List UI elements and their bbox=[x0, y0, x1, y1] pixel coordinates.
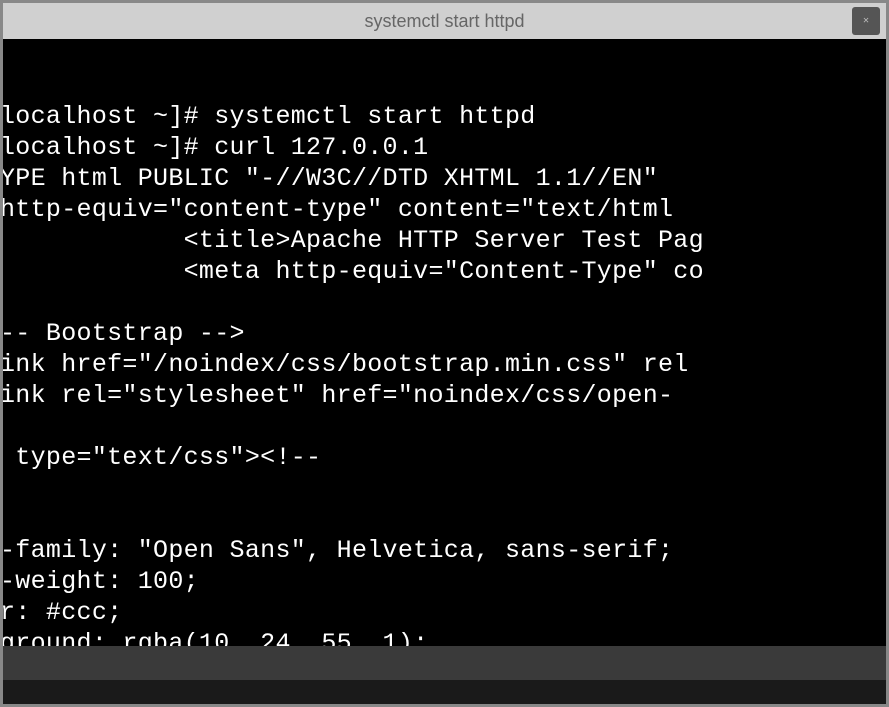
terminal-line: YPE html PUBLIC "-//W3C//DTD XHTML 1.1//… bbox=[3, 164, 658, 193]
bottom-bar bbox=[3, 646, 886, 704]
terminal-line: localhost ~]# systemctl start httpd bbox=[3, 102, 536, 131]
terminal-line: <title>Apache HTTP Server Test Pag bbox=[3, 226, 704, 255]
window-titlebar[interactable]: systemctl start httpd ✕ bbox=[3, 3, 886, 39]
terminal-line: ink href="/noindex/css/bootstrap.min.css… bbox=[3, 350, 689, 379]
terminal-window: systemctl start httpd ✕ localhost ~]# sy… bbox=[0, 0, 889, 707]
terminal-line: http-equiv="content-type" content="text/… bbox=[3, 195, 673, 224]
close-icon: ✕ bbox=[863, 15, 869, 27]
terminal-line: -family: "Open Sans", Helvetica, sans-se… bbox=[3, 536, 673, 565]
terminal-line: r: #ccc; bbox=[3, 598, 122, 627]
terminal-line: type="text/css"><!-- bbox=[3, 443, 321, 472]
window-title: systemctl start httpd bbox=[364, 11, 524, 32]
window-control-button[interactable]: ✕ bbox=[852, 7, 880, 35]
terminal-viewport[interactable]: localhost ~]# systemctl start httpd loca… bbox=[3, 39, 886, 649]
bottom-bar-inner bbox=[3, 680, 886, 704]
terminal-line: localhost ~]# curl 127.0.0.1 bbox=[3, 133, 428, 162]
terminal-line: ink rel="stylesheet" href="noindex/css/o… bbox=[3, 381, 673, 410]
terminal-output: localhost ~]# systemctl start httpd loca… bbox=[3, 101, 883, 649]
terminal-line: <meta http-equiv="Content-Type" co bbox=[3, 257, 704, 286]
terminal-line: -weight: 100; bbox=[3, 567, 199, 596]
terminal-line: -- Bootstrap --> bbox=[3, 319, 245, 348]
